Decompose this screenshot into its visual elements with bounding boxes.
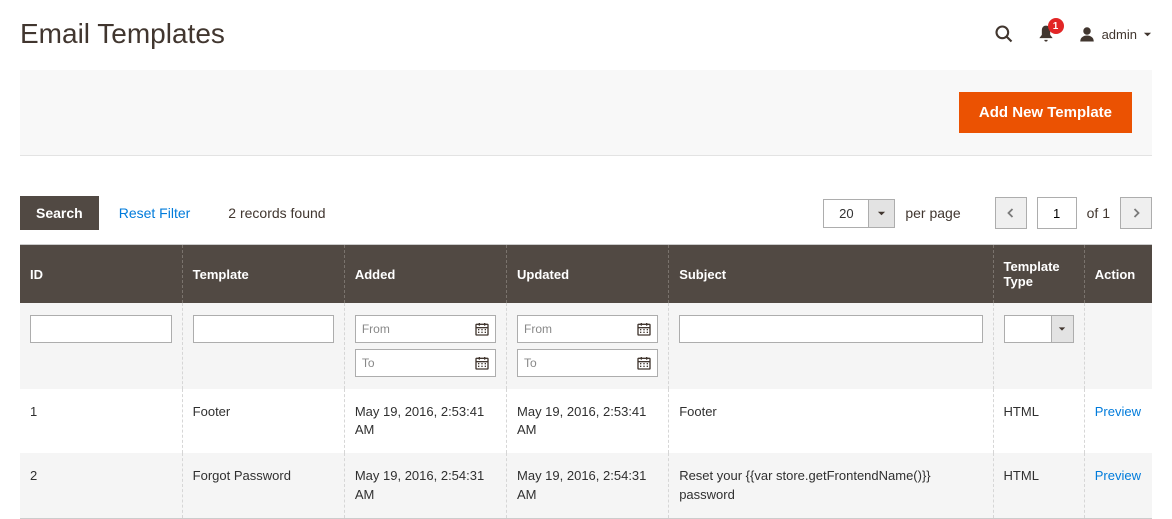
user-name: admin bbox=[1102, 27, 1137, 42]
col-header-subject[interactable]: Subject bbox=[669, 245, 993, 304]
cell-type: HTML bbox=[993, 453, 1084, 518]
cell-type: HTML bbox=[993, 389, 1084, 453]
cell-id: 1 bbox=[20, 389, 182, 453]
calendar-icon[interactable] bbox=[631, 350, 657, 376]
cell-subject: Footer bbox=[669, 389, 993, 453]
preview-link[interactable]: Preview bbox=[1095, 404, 1141, 419]
next-page-button[interactable] bbox=[1120, 197, 1152, 229]
filter-template-input[interactable] bbox=[193, 315, 334, 343]
col-header-template[interactable]: Template bbox=[182, 245, 344, 304]
cell-template: Forgot Password bbox=[182, 453, 344, 518]
page-of-label: of 1 bbox=[1087, 205, 1110, 221]
cell-template: Footer bbox=[182, 389, 344, 453]
cell-subject: Reset your {{var store.getFrontendName()… bbox=[669, 453, 993, 518]
templates-table: ID Template Added Updated Subject Templa… bbox=[20, 244, 1152, 519]
user-icon bbox=[1078, 25, 1096, 43]
page-header: Email Templates 1 admin bbox=[20, 0, 1152, 70]
page-title: Email Templates bbox=[20, 18, 994, 50]
per-page-label: per page bbox=[905, 205, 960, 221]
cell-added: May 19, 2016, 2:54:31 AM bbox=[344, 453, 506, 518]
col-header-type[interactable]: Template Type bbox=[993, 245, 1084, 304]
preview-link[interactable]: Preview bbox=[1095, 468, 1141, 483]
calendar-icon[interactable] bbox=[469, 316, 495, 342]
per-page-dropdown-icon bbox=[868, 200, 894, 227]
per-page-select[interactable]: 20 bbox=[823, 199, 895, 228]
records-count: 2 records found bbox=[228, 205, 325, 221]
cell-updated: May 19, 2016, 2:53:41 AM bbox=[507, 389, 669, 453]
add-template-button[interactable]: Add New Template bbox=[959, 92, 1132, 133]
cell-id: 2 bbox=[20, 453, 182, 518]
table-row[interactable]: 2 Forgot Password May 19, 2016, 2:54:31 … bbox=[20, 453, 1152, 518]
per-page-value: 20 bbox=[824, 200, 868, 227]
col-header-action: Action bbox=[1084, 245, 1152, 304]
col-header-updated[interactable]: Updated bbox=[507, 245, 669, 304]
filter-subject-input[interactable] bbox=[679, 315, 982, 343]
filter-type-select[interactable] bbox=[1004, 315, 1074, 343]
calendar-icon[interactable] bbox=[631, 316, 657, 342]
table-row[interactable]: 1 Footer May 19, 2016, 2:53:41 AM May 19… bbox=[20, 389, 1152, 453]
page-number-input[interactable] bbox=[1037, 197, 1077, 229]
search-button[interactable]: Search bbox=[20, 196, 99, 230]
filter-row bbox=[20, 303, 1152, 389]
col-header-added[interactable]: Added bbox=[344, 245, 506, 304]
reset-filter-link[interactable]: Reset Filter bbox=[119, 205, 191, 221]
col-header-id[interactable]: ID bbox=[20, 245, 182, 304]
cell-updated: May 19, 2016, 2:54:31 AM bbox=[507, 453, 669, 518]
chevron-down-icon bbox=[1051, 316, 1073, 342]
grid-toolbar: Search Reset Filter 2 records found 20 p… bbox=[20, 156, 1152, 244]
user-menu[interactable]: admin bbox=[1078, 25, 1152, 43]
cell-added: May 19, 2016, 2:53:41 AM bbox=[344, 389, 506, 453]
chevron-down-icon bbox=[1143, 30, 1152, 39]
notifications-icon[interactable]: 1 bbox=[1036, 24, 1056, 44]
calendar-icon[interactable] bbox=[469, 350, 495, 376]
prev-page-button[interactable] bbox=[995, 197, 1027, 229]
notifications-badge: 1 bbox=[1048, 18, 1064, 34]
action-bar: Add New Template bbox=[20, 70, 1152, 156]
search-icon[interactable] bbox=[994, 24, 1014, 44]
filter-id-input[interactable] bbox=[30, 315, 172, 343]
